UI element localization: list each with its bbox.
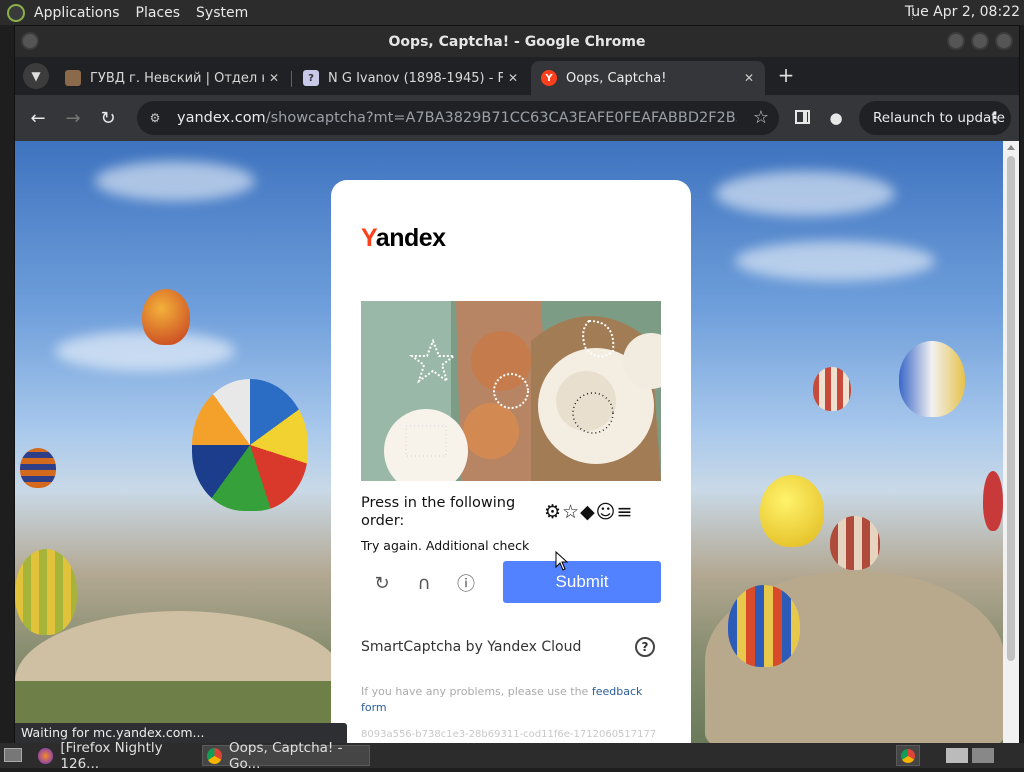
side-panel-icon xyxy=(795,110,810,124)
scroll-thumb[interactable] xyxy=(1007,156,1015,661)
reload-button[interactable]: ↻ xyxy=(95,105,121,131)
tab-search-button[interactable]: ▼ xyxy=(23,63,49,89)
problems-notice: If you have any problems, please use the… xyxy=(361,685,643,714)
tab-title: N G Ivanov (1898-1945) - Find xyxy=(328,70,503,86)
side-panel-button[interactable] xyxy=(790,105,814,129)
refresh-icon: ↻ xyxy=(374,572,390,594)
task-chrome[interactable]: Oops, Captcha! - Go... xyxy=(202,740,370,772)
order-icons-sequence: ⚙☆◆☺≡ xyxy=(544,501,634,523)
window-titlebar[interactable]: Oops, Captcha! - Google Chrome xyxy=(15,26,1019,57)
arrow-left-icon: ← xyxy=(30,107,46,129)
window-title: Oops, Captcha! - Google Chrome xyxy=(388,33,646,50)
close-tab-icon[interactable]: ✕ xyxy=(264,71,284,85)
site-info-icon[interactable]: ⚙ xyxy=(147,110,163,126)
balloon xyxy=(142,289,190,345)
profile-button[interactable]: ● xyxy=(823,105,849,131)
info-icon: ⓘ xyxy=(457,574,475,595)
address-bar[interactable]: ⚙ yandex.com/showcaptcha?mt=A7BA3829B71C… xyxy=(137,101,779,135)
yandex-logo: Yandex xyxy=(361,224,446,252)
workspace-2[interactable] xyxy=(972,748,994,763)
balloon xyxy=(899,341,965,417)
relaunch-label: Relaunch to update xyxy=(873,110,1005,126)
scroll-up-arrow-icon[interactable] xyxy=(1007,145,1015,150)
arrow-right-icon: → xyxy=(65,107,81,129)
request-id: 8093a556-b738c1e3-28b69311-cod11f6e-1712… xyxy=(361,729,657,740)
smartcaptcha-branding: SmartCaptcha by Yandex Cloud xyxy=(361,639,582,655)
balloon xyxy=(15,549,77,635)
system-top-panel: Applications Places System Tue Apr 2, 08… xyxy=(0,0,1024,25)
tab-title: ГУВД г. Невский | Отдел кадров xyxy=(90,70,264,86)
page-viewport: Yandex Press in the following order: ⚙☆◆… xyxy=(15,141,1019,743)
new-tab-button[interactable]: + xyxy=(775,65,797,87)
url-text[interactable]: yandex.com/showcaptcha?mt=A7BA3829B71CC6… xyxy=(177,110,737,126)
task-label: [Firefox Nightly 126... xyxy=(60,739,163,772)
retry-message: Try again. Additional check xyxy=(361,538,530,553)
site-favicon-icon xyxy=(65,70,81,86)
balloon xyxy=(813,367,851,411)
applications-menu[interactable]: Applications xyxy=(34,5,120,21)
reload-icon: ↻ xyxy=(100,107,116,129)
person-icon: ● xyxy=(829,109,843,127)
window-menu-button[interactable] xyxy=(21,32,39,50)
url-path: /showcaptcha?mt=A7BA3829B71CC63CA3EAFE0F… xyxy=(265,110,737,126)
captcha-image-art xyxy=(361,301,661,481)
chevron-down-icon: ▼ xyxy=(31,69,41,83)
close-window-button[interactable] xyxy=(995,32,1013,50)
places-menu[interactable]: Places xyxy=(136,5,181,21)
tab-ivanov[interactable]: ? N G Ivanov (1898-1945) - Find ✕ xyxy=(293,61,529,95)
balloon xyxy=(728,585,800,667)
tab-strip: ▼ ГУВД г. Невский | Отдел кадров ✕ ? N G… xyxy=(15,57,1019,95)
bookmark-star-icon[interactable]: ☆ xyxy=(753,107,769,128)
tab-title: Oops, Captcha! xyxy=(566,70,667,86)
cloud xyxy=(715,171,895,216)
instruction-text: Press in the following order: xyxy=(361,495,516,529)
refresh-captcha-button[interactable]: ↻ xyxy=(370,571,394,595)
tab-guvd[interactable]: ГУВД г. Невский | Отдел кадров ✕ xyxy=(55,61,290,95)
captcha-image[interactable] xyxy=(361,301,661,481)
tray-chrome-icon[interactable] xyxy=(896,745,920,766)
forward-button[interactable]: → xyxy=(60,105,86,131)
back-button[interactable]: ← xyxy=(25,105,51,131)
minimize-button[interactable] xyxy=(947,32,965,50)
captcha-card: Yandex Press in the following order: ⚙☆◆… xyxy=(331,180,691,743)
task-firefox[interactable]: [Firefox Nightly 126... xyxy=(34,740,200,772)
balloon xyxy=(20,448,56,488)
headphones-icon: ∩ xyxy=(417,572,431,594)
balloon xyxy=(760,475,824,547)
balloon xyxy=(192,379,308,511)
taskbar: [Firefox Nightly 126... Oops, Captcha! -… xyxy=(0,740,1024,772)
chrome-window: Oops, Captcha! - Google Chrome ▼ ГУВД г.… xyxy=(14,25,1020,743)
distro-logo-icon[interactable] xyxy=(7,3,25,22)
chrome-icon xyxy=(207,747,223,764)
help-question-icon[interactable]: ? xyxy=(635,637,655,657)
clock[interactable]: Tue Apr 2, 08:22 xyxy=(905,4,1020,20)
yandex-favicon-icon: Y xyxy=(541,70,557,86)
cloud xyxy=(95,161,255,201)
close-tab-icon[interactable]: ✕ xyxy=(503,71,523,85)
plus-icon: + xyxy=(777,63,795,87)
site-favicon-icon: ? xyxy=(303,70,319,86)
relaunch-to-update-button[interactable]: Relaunch to update ⋮ xyxy=(859,101,1011,135)
workspace-1[interactable] xyxy=(946,748,968,763)
page-scrollbar[interactable] xyxy=(1003,141,1019,743)
tab-divider xyxy=(291,71,292,87)
tab-captcha[interactable]: Y Oops, Captcha! ✕ xyxy=(531,61,765,95)
url-host: yandex.com xyxy=(177,110,266,126)
system-menu[interactable]: System xyxy=(196,5,248,21)
firefox-icon xyxy=(38,747,54,764)
browser-toolbar: ← → ↻ ⚙ yandex.com/showcaptcha?mt=A7BA38… xyxy=(15,95,1019,141)
close-tab-icon[interactable]: ✕ xyxy=(739,71,759,85)
audio-captcha-button[interactable]: ∩ xyxy=(412,571,436,595)
balloon xyxy=(983,471,1003,531)
more-menu-icon[interactable]: ⋮ xyxy=(987,108,1003,127)
balloon xyxy=(830,516,880,570)
cloud xyxy=(735,241,935,281)
task-label: Oops, Captcha! - Go... xyxy=(229,739,343,772)
show-desktop-icon[interactable] xyxy=(4,748,22,762)
info-button[interactable]: ⓘ xyxy=(454,571,478,595)
submit-button[interactable]: Submit xyxy=(503,561,661,603)
maximize-button[interactable] xyxy=(971,32,989,50)
cloud xyxy=(55,331,235,371)
